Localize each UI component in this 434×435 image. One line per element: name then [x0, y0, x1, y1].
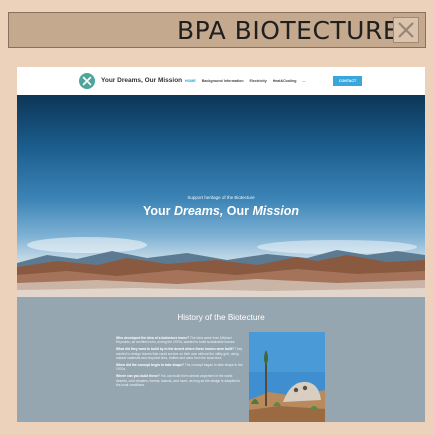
site-logo[interactable]	[79, 73, 95, 89]
history-text: Who developed the idea of a biotecture h…	[116, 336, 244, 390]
hero-banner: Support heritage of the Biotecture Your …	[17, 95, 425, 297]
hero-title-mission: Mission	[252, 204, 300, 218]
hero-title-word: Our	[226, 204, 250, 218]
site-menu: HOME Background Information Electricity …	[185, 79, 305, 84]
menu-item-heat-cooling[interactable]: Heat&Cooling	[273, 79, 297, 84]
menu-item-electricity[interactable]: Electricity	[250, 79, 267, 84]
hero-title-word: Your	[142, 204, 171, 218]
close-button[interactable]	[393, 17, 419, 43]
window-title: BPA BIOTECTURE	[177, 16, 400, 45]
menu-item-background[interactable]: Background Information	[202, 79, 244, 84]
close-icon	[398, 22, 414, 38]
menu-item-home[interactable]: HOME	[185, 79, 196, 84]
menu-item-more[interactable]: ...	[302, 79, 305, 84]
history-title: History of the Biotecture	[177, 313, 265, 322]
site-brand[interactable]: Your Dreams, Our Mission	[101, 74, 182, 88]
hero-title-dreams: Dreams,	[173, 204, 224, 218]
contact-button[interactable]: CONTACT	[333, 76, 362, 86]
history-question: When did the concept begin to take shape…	[116, 363, 184, 368]
window-titlebar: BPA BIOTECTURE	[8, 12, 426, 48]
webpage-frame: Your Dreams, Our Mission HOME Background…	[17, 67, 425, 422]
history-paragraph: Where can you build these? You can build…	[116, 374, 244, 387]
history-paragraph: What did they want to build by in the de…	[116, 347, 244, 360]
site-navbar: Your Dreams, Our Mission HOME Background…	[17, 67, 425, 95]
history-section: History of the Biotecture Who developed …	[17, 297, 425, 422]
hero-title: Your Dreams, Our Mission	[17, 202, 425, 220]
hero-subtitle: Support heritage of the Biotecture	[187, 195, 255, 200]
history-paragraph: When did the concept begin to take shape…	[116, 363, 244, 371]
tools-icon	[82, 76, 92, 86]
history-paragraph: Who developed the idea of a biotecture h…	[116, 336, 244, 344]
biotecture-house-image	[249, 332, 325, 422]
biotecture-photo	[249, 332, 325, 422]
